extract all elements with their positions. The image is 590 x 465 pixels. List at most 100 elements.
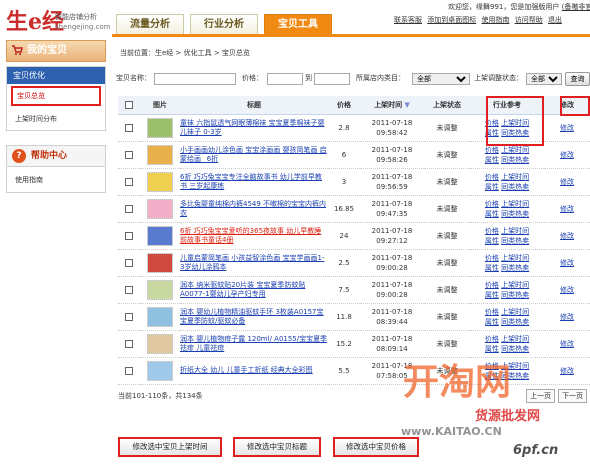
edit-link[interactable]: 修改 — [560, 286, 574, 294]
ref-listing-time-link[interactable]: 上架时间 — [501, 308, 529, 316]
product-title-link[interactable]: 童袜 六指鼠透气网眼薄棉袜 宝宝夏季棉袜子婴儿袜子 0-3岁 — [180, 119, 328, 137]
product-thumbnail[interactable] — [147, 144, 173, 165]
product-thumbnail[interactable] — [147, 252, 173, 273]
desktop-icon-link[interactable]: 添加到桌面图标 — [427, 16, 476, 24]
ref-listing-time-link[interactable]: 上架时间 — [501, 281, 529, 289]
product-title-link[interactable]: 6折 巧巧兔宝宝专注全脑故事书 幼儿学前早教书 三岁起康练 — [180, 173, 328, 191]
price-min-input[interactable] — [267, 73, 303, 85]
row-select-cell[interactable] — [118, 249, 140, 277]
sidebar-item-overview[interactable]: 宝贝总览 — [11, 86, 101, 106]
row-checkbox[interactable] — [125, 204, 133, 213]
row-checkbox[interactable] — [125, 285, 133, 294]
edit-link[interactable]: 修改 — [560, 151, 574, 159]
logout-link[interactable]: 退出 — [548, 16, 562, 24]
guide-link[interactable]: 使用指南 — [481, 16, 509, 24]
help-guide-link[interactable]: 使用指南 — [15, 176, 43, 184]
edit-link[interactable]: 修改 — [560, 232, 574, 240]
edit-link[interactable]: 修改 — [560, 340, 574, 348]
row-checkbox[interactable] — [125, 150, 133, 159]
row-select-cell[interactable] — [118, 141, 140, 169]
product-title-link[interactable]: 润本 婴儿植物痱子露 120ml/ A0155/宝宝夏季祛痱 儿童祛痱 — [180, 335, 328, 353]
row-select-cell[interactable] — [118, 330, 140, 358]
product-thumbnail[interactable] — [147, 198, 173, 219]
sidebar-item-listing-time[interactable]: 上架时间分布 — [7, 108, 105, 130]
select-all-checkbox[interactable] — [125, 100, 133, 109]
ref-hot-link[interactable]: 同类热卖 — [501, 264, 529, 272]
edit-link[interactable]: 修改 — [560, 259, 574, 267]
edit-listing-time-button[interactable]: 修改选中宝贝上架时间 — [118, 437, 222, 457]
row-select-cell[interactable] — [118, 357, 140, 385]
row-checkbox[interactable] — [125, 258, 133, 267]
edit-link[interactable]: 修改 — [560, 313, 574, 321]
product-thumbnail[interactable] — [147, 360, 173, 381]
ref-price-link[interactable]: 价格 — [485, 200, 499, 208]
product-thumbnail[interactable] — [147, 279, 173, 300]
contact-link[interactable]: 联系客服 — [394, 16, 422, 24]
ref-price-link[interactable]: 价格 — [485, 227, 499, 235]
ref-hot-link[interactable]: 同类热卖 — [501, 318, 529, 326]
ref-hot-link[interactable]: 同类热卖 — [501, 237, 529, 245]
search-button[interactable]: 查询 — [565, 72, 590, 86]
product-title-link[interactable]: 多比兔婴童纯棉内裤4549 不嗽棉的宝宝内裤内衣 — [180, 200, 328, 218]
ref-attribute-link[interactable]: 属性 — [485, 291, 499, 299]
tab-item-tools[interactable]: 宝贝工具 — [264, 14, 332, 34]
product-title-link[interactable]: 润本 纳米驱蚊贴20片装 宝宝夏季防蚊贴A0077-1婴幼儿孕产妇专用 — [180, 281, 328, 299]
row-select-cell[interactable] — [118, 114, 140, 142]
ref-attribute-link[interactable]: 属性 — [485, 318, 499, 326]
row-checkbox[interactable] — [125, 177, 133, 186]
ref-attribute-link[interactable]: 属性 — [485, 264, 499, 272]
edit-link[interactable]: 修改 — [560, 205, 574, 213]
ref-attribute-link[interactable]: 属性 — [485, 237, 499, 245]
ref-price-link[interactable]: 价格 — [485, 173, 499, 181]
ref-listing-time-link[interactable]: 上架时间 — [501, 335, 529, 343]
product-thumbnail[interactable] — [147, 306, 173, 327]
welcome-link[interactable]: (备嗷非官 — [562, 3, 590, 11]
ref-listing-time-link[interactable]: 上架时间 — [501, 227, 529, 235]
row-select-cell[interactable] — [118, 195, 140, 223]
ref-listing-time-link[interactable]: 上架时间 — [501, 173, 529, 181]
ref-price-link[interactable]: 价格 — [485, 254, 499, 262]
ref-price-link[interactable]: 价格 — [485, 146, 499, 154]
price-max-input[interactable] — [314, 73, 350, 85]
sort-icon[interactable]: ▼ — [405, 101, 410, 109]
ref-price-link[interactable]: 价格 — [485, 335, 499, 343]
row-checkbox[interactable] — [125, 312, 133, 321]
edit-title-button[interactable]: 修改选中宝贝标题 — [233, 437, 321, 457]
edit-link[interactable]: 修改 — [560, 124, 574, 132]
ref-attribute-link[interactable]: 属性 — [485, 210, 499, 218]
row-select-cell[interactable] — [118, 303, 140, 331]
product-title-link[interactable]: 润本 婴幼儿植物精油驱蚊手环 3枚装A0157宝宝夏季防蚊/驱蚊必备 — [180, 308, 328, 326]
header-select[interactable] — [118, 96, 140, 115]
product-title-link[interactable]: 折纸大全 幼儿 儿童手工折纸 经典大全彩图 — [180, 366, 328, 375]
ref-listing-time-link[interactable]: 上架时间 — [501, 254, 529, 262]
product-thumbnail[interactable] — [147, 171, 173, 192]
status-select[interactable]: 全部 — [526, 73, 562, 85]
product-thumbnail[interactable] — [147, 225, 173, 246]
edit-link[interactable]: 修改 — [560, 178, 574, 186]
row-select-cell[interactable] — [118, 222, 140, 250]
name-input[interactable] — [154, 73, 236, 85]
row-checkbox[interactable] — [125, 366, 133, 375]
product-thumbnail[interactable] — [147, 117, 173, 138]
tab-industry[interactable]: 行业分析 — [190, 14, 258, 34]
row-checkbox[interactable] — [125, 123, 133, 132]
ref-hot-link[interactable]: 同类热卖 — [501, 156, 529, 164]
ref-price-link[interactable]: 价格 — [485, 281, 499, 289]
ref-attribute-link[interactable]: 属性 — [485, 345, 499, 353]
ref-listing-time-link[interactable]: 上架时间 — [501, 200, 529, 208]
ref-hot-link[interactable]: 同类热卖 — [501, 210, 529, 218]
row-checkbox[interactable] — [125, 231, 133, 240]
help-link[interactable]: 访问帮助 — [515, 16, 543, 24]
tab-traffic[interactable]: 流量分析 — [116, 14, 184, 34]
ref-attribute-link[interactable]: 属性 — [485, 156, 499, 164]
product-title-link[interactable]: 小手画画幼儿涂色画 宝宝涂画画 婴孩简笔画 启蒙绘画 _6折 — [180, 146, 328, 164]
product-title-link[interactable]: 儿童启蒙简笔画 小孩益智涂色画 宝宝学画画1-3岁幼儿涂鸦本 — [180, 254, 328, 272]
header-listing-time[interactable]: 上架时间 ▼ — [360, 96, 424, 115]
ref-hot-link[interactable]: 同类热卖 — [501, 345, 529, 353]
row-select-cell[interactable] — [118, 276, 140, 304]
row-select-cell[interactable] — [118, 168, 140, 196]
product-title-link[interactable]: 6折 巧巧兔宝宝爱听的365夜故事 幼儿早教睡前故事书童话4册 — [180, 227, 328, 245]
ref-hot-link[interactable]: 同类热卖 — [501, 291, 529, 299]
ref-attribute-link[interactable]: 属性 — [485, 183, 499, 191]
category-select[interactable]: 全部 — [412, 73, 470, 85]
